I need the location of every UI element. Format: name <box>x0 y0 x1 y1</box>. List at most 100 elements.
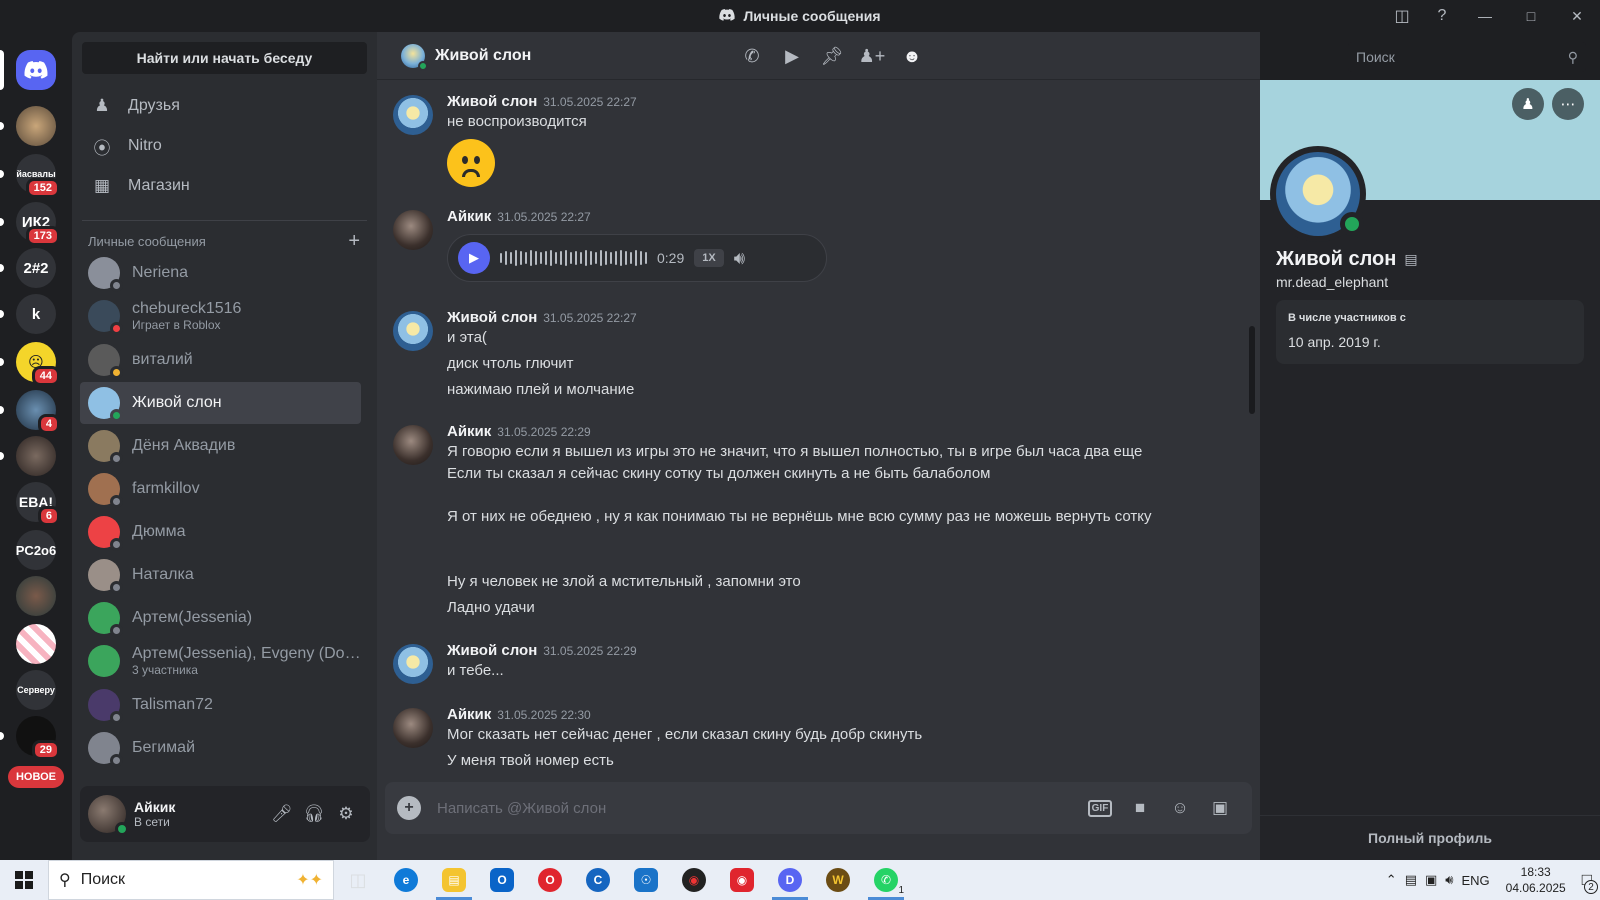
server-icon[interactable]: PC2o6 <box>16 530 56 570</box>
user-profile-toggle-icon[interactable]: ☻ <box>899 43 925 69</box>
windows-start-icon[interactable] <box>0 860 48 900</box>
voice-call-icon[interactable]: ✆ <box>739 43 765 69</box>
outlook-icon[interactable]: O <box>478 860 526 900</box>
attach-plus-icon[interactable]: + <box>397 796 421 820</box>
taskbar-search[interactable]: ⚲ Поиск ✦✦ <box>48 860 334 900</box>
volume-icon[interactable]: 🔊︎ <box>734 248 745 269</box>
message-author[interactable]: Айкик <box>447 706 491 723</box>
server-icon[interactable]: ИК2 173 <box>16 202 60 246</box>
sticker-icon[interactable]: ■ <box>1120 798 1160 818</box>
home-button[interactable] <box>16 50 56 90</box>
ccleaner-icon[interactable]: C <box>574 860 622 900</box>
inbox-icon[interactable]: ◫ <box>1382 0 1422 32</box>
message-avatar[interactable] <box>393 95 433 135</box>
dm-item[interactable]: Дёня Аквадив <box>80 425 361 467</box>
microphone-icon[interactable]: 🎤︎ <box>266 798 298 830</box>
discord-taskbar-icon[interactable]: D <box>766 860 814 900</box>
dm-item[interactable]: виталий <box>80 339 361 381</box>
meet-now-icon[interactable]: ▤ <box>1405 872 1417 888</box>
message-author[interactable]: Живой слон <box>447 642 537 659</box>
dm-item[interactable]: Артем(Jessenia) <box>80 597 361 639</box>
message-avatar[interactable] <box>393 210 433 250</box>
message-author[interactable]: Живой слон <box>447 93 537 110</box>
edge-browser-icon[interactable]: e <box>382 860 430 900</box>
video-call-icon[interactable]: ▶ <box>779 43 805 69</box>
settings-gear-icon[interactable]: ⚙ <box>330 798 362 830</box>
screen-recorder-icon[interactable]: ◉ <box>718 860 766 900</box>
dm-item[interactable]: Neriena <box>80 252 361 294</box>
whatsapp-icon[interactable]: ✆ 1 <box>862 860 910 900</box>
headphones-icon[interactable]: 🎧︎ <box>298 798 330 830</box>
emoji-icon[interactable]: ☺ <box>1160 798 1200 818</box>
server-icon[interactable]: k <box>16 294 56 334</box>
status-indicator <box>110 452 123 465</box>
maximize-button[interactable]: □ <box>1508 0 1554 32</box>
dm-avatar <box>88 516 123 551</box>
dm-item[interactable]: Talisman72 <box>80 684 361 726</box>
playback-speed-button[interactable]: 1X <box>694 249 724 267</box>
volume-icon[interactable]: 🔊︎ <box>1445 872 1453 888</box>
waveform[interactable] <box>500 246 647 270</box>
message-avatar[interactable] <box>393 425 433 465</box>
game-launcher-icon[interactable]: ◉ <box>670 860 718 900</box>
dm-item[interactable]: Артем(Jessenia), Evgeny (Dou... 3 участни… <box>80 640 361 682</box>
nav-friends[interactable]: ♟ Друзья <box>80 86 361 126</box>
dm-item[interactable]: Наталка <box>80 554 361 596</box>
warcraft-icon[interactable]: W <box>814 860 862 900</box>
task-view-icon[interactable]: ◫ <box>334 860 382 900</box>
play-button[interactable]: ▶ <box>458 242 490 274</box>
server-icon[interactable]: 2#2 <box>16 248 56 288</box>
message-author[interactable]: Айкик <box>447 208 491 225</box>
add-friends-to-dm-icon[interactable]: ♟+ <box>859 43 886 69</box>
chevron-up-icon[interactable]: ⌃ <box>1386 872 1397 888</box>
server-icon[interactable] <box>16 436 56 476</box>
server-icon[interactable]: 4 <box>16 390 60 434</box>
create-dm-plus-icon[interactable]: + <box>348 230 360 253</box>
close-window-button[interactable]: ✕ <box>1554 0 1600 32</box>
search-input[interactable]: Поиск ⚲ <box>1348 42 1586 72</box>
server-icon[interactable] <box>16 106 56 146</box>
message-avatar[interactable] <box>393 708 433 748</box>
new-badge[interactable]: НОВОЕ <box>8 766 64 788</box>
message-author[interactable]: Живой слон <box>447 309 537 326</box>
dm-item[interactable]: chebureck1516 Играет в Roblox <box>80 295 361 337</box>
dm-item[interactable]: Живой слон <box>80 382 361 424</box>
activities-gamepad-icon[interactable]: ▣ <box>1200 798 1240 818</box>
gif-icon[interactable]: GIF <box>1080 799 1120 817</box>
server-icon[interactable] <box>16 576 56 616</box>
minimize-button[interactable]: — <box>1462 0 1508 32</box>
user-avatar[interactable] <box>88 795 129 836</box>
note-icon[interactable]: ▤ <box>1404 251 1417 268</box>
server-badge: 29 <box>31 740 60 760</box>
network-icon[interactable]: ▣ <box>1425 872 1437 888</box>
dm-item[interactable]: farmkillov <box>80 468 361 510</box>
message-author[interactable]: Айкик <box>447 423 491 440</box>
notification-center-icon[interactable]: □ 2 <box>1582 870 1598 894</box>
pinned-messages-icon[interactable]: 📌︎ <box>819 43 845 69</box>
message-avatar[interactable] <box>393 644 433 684</box>
server-icon[interactable] <box>16 624 56 664</box>
security-shield-icon[interactable]: ☉ <box>622 860 670 900</box>
clock[interactable]: 18:33 04.06.2025 <box>1506 864 1566 896</box>
nav-nitro[interactable]: ⦿ Nitro <box>80 126 361 166</box>
server-icon[interactable]: йасвалы 152 <box>16 154 60 198</box>
message-input[interactable] <box>437 799 1080 817</box>
more-options-icon[interactable]: ⋯ <box>1552 88 1584 120</box>
opera-icon[interactable]: O <box>526 860 574 900</box>
server-icon[interactable]: Серверу <box>16 670 56 710</box>
scrollbar-thumb[interactable] <box>1249 326 1255 414</box>
server-icon[interactable]: 29 <box>16 716 60 760</box>
server-icon[interactable]: ☹ 44 <box>16 342 60 386</box>
message-avatar[interactable] <box>393 311 433 351</box>
help-icon[interactable]: ? <box>1422 0 1462 32</box>
add-friend-icon[interactable]: ♟ <box>1512 88 1544 120</box>
server-icon[interactable]: EBA! 6 <box>16 482 60 526</box>
dm-item[interactable]: Дюмма <box>80 511 361 553</box>
dm-item[interactable]: Бегимай <box>80 727 361 769</box>
full-profile-button[interactable]: Полный профиль <box>1260 815 1600 860</box>
nav-shop[interactable]: ▦ Магазин <box>80 166 361 206</box>
file-explorer-icon[interactable]: ▤ <box>430 860 478 900</box>
chat-avatar[interactable] <box>401 43 428 71</box>
find-conversation-button[interactable]: Найти или начать беседу <box>82 42 367 74</box>
language-indicator[interactable]: ENG <box>1461 873 1489 888</box>
